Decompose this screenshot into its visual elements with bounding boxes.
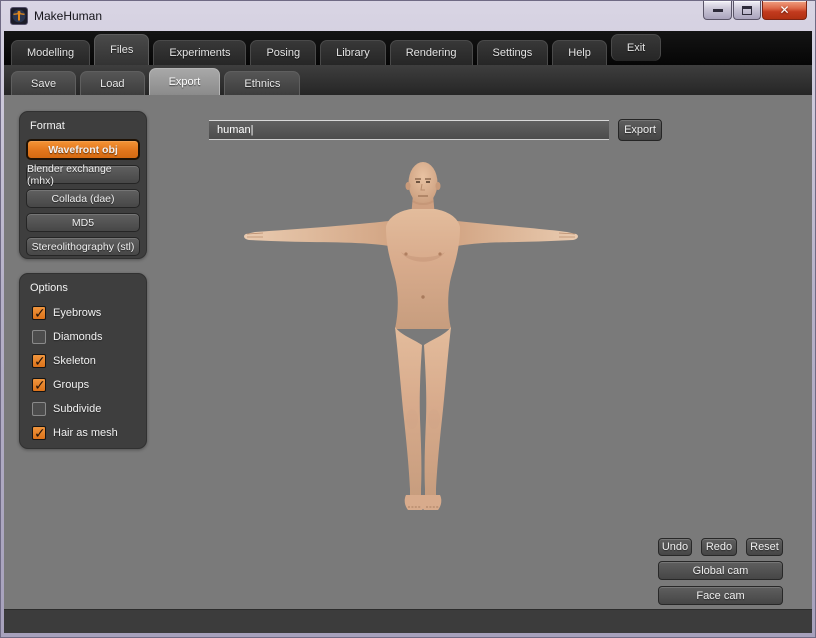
subtab-load[interactable]: Load	[80, 71, 144, 95]
reset-button[interactable]: Reset	[746, 538, 783, 556]
close-button[interactable]: ✕	[762, 1, 807, 20]
makehuman-window: MakeHuman ✕ Modelling Files Experiments …	[0, 0, 816, 638]
format-button-label: Stereolithography (stl)	[32, 241, 135, 253]
format-button-label: Blender exchange (mhx)	[27, 163, 139, 187]
checkbox-subdivide[interactable]: Subdivide	[26, 397, 140, 421]
subtab-label: Export	[169, 76, 201, 88]
checkbox-label: Hair as mesh	[53, 427, 118, 439]
groups-checkbox-icon[interactable]	[32, 378, 46, 392]
window-title: MakeHuman	[34, 9, 102, 23]
human-model[interactable]	[241, 157, 581, 517]
options-panel: Options Eyebrows Diamonds Skeleton Group…	[19, 273, 147, 449]
tab-modelling[interactable]: Modelling	[11, 40, 90, 65]
global-cam-button[interactable]: Global cam	[658, 561, 783, 580]
reset-label: Reset	[750, 541, 779, 553]
tab-files[interactable]: Files	[94, 34, 149, 65]
minimize-button[interactable]	[703, 1, 732, 20]
tab-library[interactable]: Library	[320, 40, 386, 65]
format-blender-mhx-button[interactable]: Blender exchange (mhx)	[26, 165, 140, 184]
export-filename-input[interactable]	[209, 120, 609, 140]
subtab-save[interactable]: Save	[11, 71, 76, 95]
checkbox-label: Diamonds	[53, 331, 103, 343]
hair-as-mesh-checkbox-icon[interactable]	[32, 426, 46, 440]
tab-label: Rendering	[406, 47, 457, 59]
checkbox-eyebrows[interactable]: Eyebrows	[26, 301, 140, 325]
format-button-label: Collada (dae)	[51, 193, 114, 205]
maximize-button[interactable]	[733, 1, 761, 20]
sub-tab-bar: Save Load Export Ethnics	[4, 65, 812, 95]
window-controls: ✕	[703, 1, 807, 20]
redo-label: Redo	[706, 541, 732, 553]
export-button-label: Export	[624, 124, 656, 136]
viewport-3d[interactable]: Format Wavefront obj Blender exchange (m…	[4, 95, 812, 609]
checkbox-diamonds[interactable]: Diamonds	[26, 325, 140, 349]
skeleton-checkbox-icon[interactable]	[32, 354, 46, 368]
subtab-export[interactable]: Export	[149, 68, 221, 95]
checkbox-label: Eyebrows	[53, 307, 101, 319]
format-wavefront-obj-button[interactable]: Wavefront obj	[26, 139, 140, 160]
tab-experiments[interactable]: Experiments	[153, 40, 246, 65]
tab-label: Exit	[627, 42, 645, 54]
options-panel-title: Options	[30, 282, 140, 294]
checkbox-label: Subdivide	[53, 403, 101, 415]
format-button-label: Wavefront obj	[48, 144, 118, 156]
eyebrows-checkbox-icon[interactable]	[32, 306, 46, 320]
subtab-label: Save	[31, 78, 56, 90]
format-collada-dae-button[interactable]: Collada (dae)	[26, 189, 140, 208]
face-cam-button[interactable]: Face cam	[658, 586, 783, 605]
subdivide-checkbox-icon[interactable]	[32, 402, 46, 416]
undo-label: Undo	[662, 541, 688, 553]
tab-label: Help	[568, 47, 591, 59]
status-bar	[4, 609, 812, 633]
subtab-label: Ethnics	[244, 78, 280, 90]
maximize-icon	[742, 6, 752, 15]
tab-label: Modelling	[27, 47, 74, 59]
global-cam-label: Global cam	[693, 565, 749, 577]
redo-button[interactable]: Redo	[701, 538, 737, 556]
format-stereolithography-button[interactable]: Stereolithography (stl)	[26, 237, 140, 256]
title-bar[interactable]: MakeHuman ✕	[1, 1, 815, 31]
history-controls: Undo Redo Reset	[658, 538, 783, 556]
tab-exit[interactable]: Exit	[611, 34, 661, 61]
tab-label: Files	[110, 44, 133, 56]
subtab-ethnics[interactable]: Ethnics	[224, 71, 300, 95]
close-icon: ✕	[779, 3, 789, 17]
checkbox-skeleton[interactable]: Skeleton	[26, 349, 140, 373]
main-menu-bar: Modelling Files Experiments Posing Libra…	[4, 31, 812, 65]
makehuman-logo-icon	[10, 7, 28, 25]
checkbox-groups[interactable]: Groups	[26, 373, 140, 397]
checkbox-hair-as-mesh[interactable]: Hair as mesh	[26, 421, 140, 445]
format-md5-button[interactable]: MD5	[26, 213, 140, 232]
subtab-label: Load	[100, 78, 124, 90]
diamonds-checkbox-icon[interactable]	[32, 330, 46, 344]
tab-posing[interactable]: Posing	[250, 40, 316, 65]
undo-button[interactable]: Undo	[658, 538, 692, 556]
tab-label: Posing	[266, 47, 300, 59]
format-panel-title: Format	[30, 120, 140, 132]
tab-label: Library	[336, 47, 370, 59]
format-panel: Format Wavefront obj Blender exchange (m…	[19, 111, 147, 259]
app-frame: Modelling Files Experiments Posing Libra…	[4, 31, 812, 633]
checkbox-label: Skeleton	[53, 355, 96, 367]
tab-label: Settings	[493, 47, 533, 59]
checkbox-label: Groups	[53, 379, 89, 391]
export-button[interactable]: Export	[618, 119, 662, 141]
format-button-label: MD5	[72, 217, 94, 229]
tab-label: Experiments	[169, 47, 230, 59]
minimize-icon	[713, 9, 723, 12]
face-cam-label: Face cam	[696, 590, 744, 602]
tab-help[interactable]: Help	[552, 40, 607, 65]
tab-settings[interactable]: Settings	[477, 40, 549, 65]
tab-rendering[interactable]: Rendering	[390, 40, 473, 65]
